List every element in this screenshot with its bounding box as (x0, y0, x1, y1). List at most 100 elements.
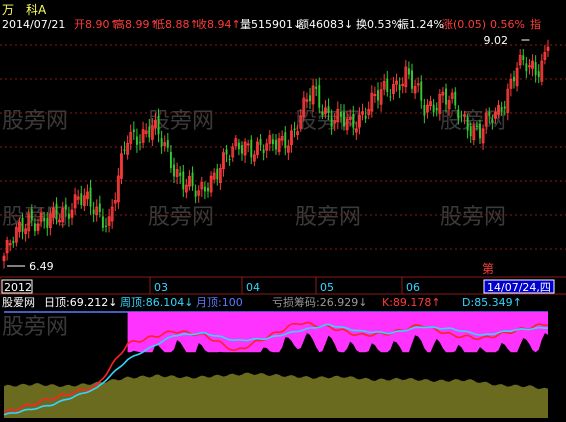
candle-body (466, 117, 469, 131)
quote-item-label: 量 (240, 18, 251, 31)
candle-body (457, 109, 460, 119)
candle-body (386, 78, 389, 93)
candle-body (166, 140, 169, 148)
quote-item: 开8.90↑ (74, 18, 119, 31)
indicator-value: D:85.349↑ (462, 296, 522, 309)
indicator-value-arrow: ↓ (184, 296, 193, 309)
candle-body (500, 107, 503, 111)
candle-body (179, 172, 182, 176)
candle-body (398, 84, 401, 91)
candle-body (423, 105, 426, 116)
candle-body (225, 149, 228, 155)
candle-body (148, 126, 151, 138)
high-label: 9.02 (483, 34, 508, 47)
candle-body (534, 62, 537, 76)
quote-item-arrow: ↓ (344, 18, 353, 31)
indicator-value: 亏损筹码:26.929↓ (272, 295, 367, 309)
axis-label: 05 (320, 281, 334, 294)
candle-body (132, 129, 135, 133)
candle-body (67, 213, 70, 219)
quote-item-value: 8.99 (125, 18, 150, 31)
quote-item: 换0.53% (356, 17, 402, 31)
quote-item: 振1.24% (398, 17, 444, 31)
candle-body (364, 115, 367, 119)
candle-body (33, 223, 36, 232)
candle-body (207, 187, 209, 192)
app-glyph: 万 (2, 3, 14, 17)
indicator-value: 日顶:69.212↓ (44, 296, 117, 309)
quote-item-label: 收 (196, 17, 207, 31)
candle-body (275, 139, 277, 150)
candle-body (537, 71, 540, 78)
quote-item: 高8.99↑ (114, 17, 159, 31)
quote-item: 额46083↓ (298, 18, 353, 31)
candle-body (250, 139, 253, 158)
indicator-value-label: 周顶: (120, 296, 146, 309)
quote-item-label: 开 (74, 18, 85, 31)
candle-body (43, 217, 46, 222)
candle-body (123, 149, 126, 151)
axis-label: 06 (406, 281, 420, 294)
candle-body (259, 139, 262, 146)
candle-body (21, 217, 24, 232)
indicator-value-number: 26.929 (320, 296, 359, 309)
candle-body (522, 55, 525, 61)
candle-body (169, 152, 172, 169)
candle-body (321, 112, 324, 116)
candle-body (479, 123, 481, 139)
candle-body (157, 116, 160, 135)
candle-body (284, 132, 287, 149)
quote-item: 低8.88↑ (154, 18, 199, 31)
candle-body (203, 186, 206, 192)
quote-item-label: 指 (530, 17, 541, 31)
quote-item: 量515901↓ (240, 18, 302, 31)
candle-body (475, 125, 478, 127)
candle-body (432, 104, 435, 113)
candle-body (488, 112, 491, 116)
indicator-value-label: 月顶: (196, 296, 222, 309)
candle-body (352, 113, 355, 128)
candle-body (101, 216, 104, 228)
indicator-value: K:89.178↑ (382, 296, 441, 309)
candle-body (293, 128, 296, 131)
indicator-value-label: D: (462, 296, 474, 309)
indicator-value-number: 69.212 (70, 296, 109, 309)
candle-body (318, 85, 321, 108)
quote-item-label: 高 (114, 17, 125, 31)
low-label: 6.49 (29, 260, 54, 273)
quote-item-value: 0.53% (367, 18, 402, 31)
quote-items: 开8.90↑高8.99↑低8.88↑收8.94↑ 量515901↓额46083↓ 换… (74, 17, 541, 31)
indicator-value-arrow: ↓ (358, 296, 367, 309)
watermark-text: 股旁网 (295, 205, 361, 230)
quote-item-value: 515901 (251, 18, 293, 31)
indicator-value-number: 100 (222, 296, 243, 309)
candle-body (389, 96, 392, 98)
candle-body (241, 145, 243, 154)
candle-body (105, 225, 107, 227)
candle-body (262, 149, 265, 154)
indicator-value-label: 亏损筹码: (272, 295, 320, 309)
candle-body (228, 158, 231, 160)
candle-body (513, 76, 515, 82)
axis-label: 04 (246, 281, 260, 294)
watermark-text: 股旁网 (440, 205, 506, 230)
axis-marker: 第 (482, 262, 494, 276)
candle-body (194, 190, 197, 197)
candle-body (55, 203, 58, 220)
indicator-value-number: 86.104 (146, 296, 185, 309)
candle-body (454, 91, 457, 106)
candle-body (46, 218, 49, 228)
candle-body (191, 172, 194, 187)
indicator-value-arrow: ↓ (108, 296, 117, 309)
indicator-value: 周顶:86.104↓ (120, 296, 193, 309)
candle-body (420, 81, 423, 101)
stock-chart[interactable]: 股旁网股旁网股旁网股旁网股旁网股旁网股旁网股旁网股旁网股旁网股旁网股旁网 万 科… (0, 0, 566, 422)
candle-body (182, 171, 185, 190)
indicator-value-number: 89.178 (393, 296, 432, 309)
watermark-text: 股旁网 (2, 315, 68, 340)
quote-item-label: 低 (154, 18, 165, 31)
security-title: 科A (26, 3, 47, 17)
candle-body (491, 119, 494, 123)
candle-body (315, 86, 318, 89)
candle-body (309, 95, 311, 102)
